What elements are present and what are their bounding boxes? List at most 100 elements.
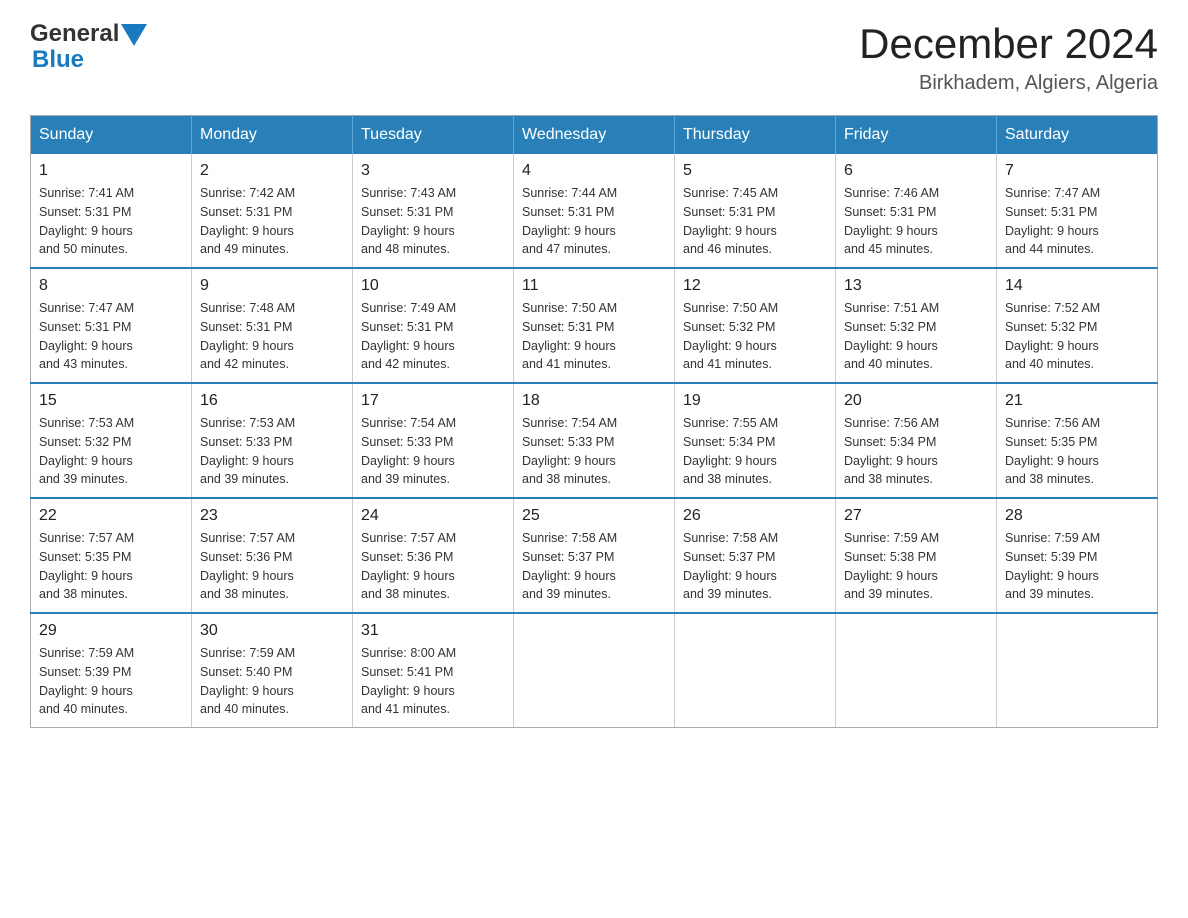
day-number: 25 <box>522 507 666 525</box>
calendar-week-row: 29 Sunrise: 7:59 AMSunset: 5:39 PMDayligh… <box>31 613 1158 728</box>
day-of-week-header: Tuesday <box>353 116 514 155</box>
calendar-day-cell: 14 Sunrise: 7:52 AMSunset: 5:32 PMDayligh… <box>997 268 1158 383</box>
calendar-day-cell: 27Sunrise: 7:59 AMSunset: 5:38 PMDayligh… <box>836 498 997 613</box>
calendar-day-cell: 1 Sunrise: 7:41 AMSunset: 5:31 PMDaylight… <box>31 154 192 268</box>
calendar-day-cell <box>997 613 1158 728</box>
day-number: 13 <box>844 277 988 295</box>
day-of-week-header: Thursday <box>675 116 836 155</box>
day-number: 11 <box>522 277 666 295</box>
day-info: Sunrise: 7:51 AMSunset: 5:32 PMDaylight:… <box>844 299 988 374</box>
day-info: Sunrise: 7:59 AMSunset: 5:39 PMDaylight:… <box>1005 529 1149 604</box>
calendar-week-row: 8 Sunrise: 7:47 AMSunset: 5:31 PMDaylight… <box>31 268 1158 383</box>
day-info: Sunrise: 7:48 AMSunset: 5:31 PMDaylight:… <box>200 299 344 374</box>
calendar-day-cell: 8 Sunrise: 7:47 AMSunset: 5:31 PMDaylight… <box>31 268 192 383</box>
day-of-week-header: Sunday <box>31 116 192 155</box>
calendar-day-cell: 19Sunrise: 7:55 AMSunset: 5:34 PMDayligh… <box>675 383 836 498</box>
day-number: 1 <box>39 162 183 180</box>
calendar-table: SundayMondayTuesdayWednesdayThursdayFrid… <box>30 115 1158 728</box>
day-info: Sunrise: 7:46 AMSunset: 5:31 PMDaylight:… <box>844 184 988 259</box>
day-number: 20 <box>844 392 988 410</box>
day-number: 18 <box>522 392 666 410</box>
day-info: Sunrise: 7:47 AMSunset: 5:31 PMDaylight:… <box>1005 184 1149 259</box>
calendar-day-cell: 2 Sunrise: 7:42 AMSunset: 5:31 PMDaylight… <box>192 154 353 268</box>
logo-general-text: General <box>30 20 119 48</box>
day-info: Sunrise: 7:52 AMSunset: 5:32 PMDaylight:… <box>1005 299 1149 374</box>
calendar-day-cell: 23 Sunrise: 7:57 AMSunset: 5:36 PMDayligh… <box>192 498 353 613</box>
calendar-day-cell: 10 Sunrise: 7:49 AMSunset: 5:31 PMDayligh… <box>353 268 514 383</box>
day-number: 3 <box>361 162 505 180</box>
day-number: 9 <box>200 277 344 295</box>
calendar-week-row: 15 Sunrise: 7:53 AMSunset: 5:32 PMDayligh… <box>31 383 1158 498</box>
calendar-day-cell: 26 Sunrise: 7:58 AMSunset: 5:37 PMDayligh… <box>675 498 836 613</box>
month-title: December 2024 <box>859 20 1158 68</box>
day-number: 8 <box>39 277 183 295</box>
day-number: 22 <box>39 507 183 525</box>
calendar-day-cell: 11 Sunrise: 7:50 AMSunset: 5:31 PMDayligh… <box>514 268 675 383</box>
day-number: 7 <box>1005 162 1149 180</box>
day-of-week-header: Monday <box>192 116 353 155</box>
day-number: 28 <box>1005 507 1149 525</box>
calendar-day-cell: 29 Sunrise: 7:59 AMSunset: 5:39 PMDayligh… <box>31 613 192 728</box>
calendar-day-cell: 4 Sunrise: 7:44 AMSunset: 5:31 PMDaylight… <box>514 154 675 268</box>
day-info: Sunrise: 7:58 AMSunset: 5:37 PMDaylight:… <box>522 529 666 604</box>
day-number: 30 <box>200 622 344 640</box>
day-number: 6 <box>844 162 988 180</box>
calendar-day-cell: 3 Sunrise: 7:43 AMSunset: 5:31 PMDaylight… <box>353 154 514 268</box>
calendar-day-cell: 24Sunrise: 7:57 AMSunset: 5:36 PMDayligh… <box>353 498 514 613</box>
title-section: December 2024 Birkhadem, Algiers, Algeri… <box>859 20 1158 95</box>
day-info: Sunrise: 7:44 AMSunset: 5:31 PMDaylight:… <box>522 184 666 259</box>
calendar-week-row: 1 Sunrise: 7:41 AMSunset: 5:31 PMDaylight… <box>31 154 1158 268</box>
day-number: 26 <box>683 507 827 525</box>
calendar-week-row: 22 Sunrise: 7:57 AMSunset: 5:35 PMDayligh… <box>31 498 1158 613</box>
day-of-week-header: Friday <box>836 116 997 155</box>
day-number: 23 <box>200 507 344 525</box>
calendar-day-cell: 16 Sunrise: 7:53 AMSunset: 5:33 PMDayligh… <box>192 383 353 498</box>
day-number: 31 <box>361 622 505 640</box>
day-info: Sunrise: 7:56 AMSunset: 5:35 PMDaylight:… <box>1005 414 1149 489</box>
day-number: 27 <box>844 507 988 525</box>
day-info: Sunrise: 7:57 AMSunset: 5:36 PMDaylight:… <box>200 529 344 604</box>
day-number: 14 <box>1005 277 1149 295</box>
calendar-day-cell: 25 Sunrise: 7:58 AMSunset: 5:37 PMDayligh… <box>514 498 675 613</box>
day-number: 16 <box>200 392 344 410</box>
logo-blue-text: Blue <box>32 46 84 73</box>
day-info: Sunrise: 7:57 AMSunset: 5:35 PMDaylight:… <box>39 529 183 604</box>
day-info: Sunrise: 7:53 AMSunset: 5:32 PMDaylight:… <box>39 414 183 489</box>
day-info: Sunrise: 7:59 AMSunset: 5:40 PMDaylight:… <box>200 644 344 719</box>
day-info: Sunrise: 7:50 AMSunset: 5:31 PMDaylight:… <box>522 299 666 374</box>
day-number: 21 <box>1005 392 1149 410</box>
location-subtitle: Birkhadem, Algiers, Algeria <box>859 72 1158 95</box>
calendar-header-row: SundayMondayTuesdayWednesdayThursdayFrid… <box>31 116 1158 155</box>
calendar-day-cell: 31 Sunrise: 8:00 AMSunset: 5:41 PMDayligh… <box>353 613 514 728</box>
day-info: Sunrise: 7:47 AMSunset: 5:31 PMDaylight:… <box>39 299 183 374</box>
day-info: Sunrise: 7:54 AMSunset: 5:33 PMDaylight:… <box>361 414 505 489</box>
day-info: Sunrise: 7:49 AMSunset: 5:31 PMDaylight:… <box>361 299 505 374</box>
day-number: 29 <box>39 622 183 640</box>
day-number: 10 <box>361 277 505 295</box>
day-info: Sunrise: 7:54 AMSunset: 5:33 PMDaylight:… <box>522 414 666 489</box>
page-header: General Blue December 2024 Birkhadem, Al… <box>30 20 1158 95</box>
calendar-day-cell: 13 Sunrise: 7:51 AMSunset: 5:32 PMDayligh… <box>836 268 997 383</box>
day-info: Sunrise: 7:42 AMSunset: 5:31 PMDaylight:… <box>200 184 344 259</box>
day-info: Sunrise: 7:59 AMSunset: 5:39 PMDaylight:… <box>39 644 183 719</box>
calendar-day-cell: 18 Sunrise: 7:54 AMSunset: 5:33 PMDayligh… <box>514 383 675 498</box>
day-number: 19 <box>683 392 827 410</box>
day-number: 5 <box>683 162 827 180</box>
calendar-day-cell <box>836 613 997 728</box>
calendar-day-cell <box>514 613 675 728</box>
calendar-day-cell <box>675 613 836 728</box>
day-info: Sunrise: 7:43 AMSunset: 5:31 PMDaylight:… <box>361 184 505 259</box>
calendar-day-cell: 15 Sunrise: 7:53 AMSunset: 5:32 PMDayligh… <box>31 383 192 498</box>
day-info: Sunrise: 7:57 AMSunset: 5:36 PMDaylight:… <box>361 529 505 604</box>
day-number: 4 <box>522 162 666 180</box>
day-info: Sunrise: 7:58 AMSunset: 5:37 PMDaylight:… <box>683 529 827 604</box>
day-info: Sunrise: 7:41 AMSunset: 5:31 PMDaylight:… <box>39 184 183 259</box>
calendar-day-cell: 17Sunrise: 7:54 AMSunset: 5:33 PMDayligh… <box>353 383 514 498</box>
calendar-day-cell: 28 Sunrise: 7:59 AMSunset: 5:39 PMDayligh… <box>997 498 1158 613</box>
calendar-day-cell: 7 Sunrise: 7:47 AMSunset: 5:31 PMDaylight… <box>997 154 1158 268</box>
day-info: Sunrise: 7:45 AMSunset: 5:31 PMDaylight:… <box>683 184 827 259</box>
day-number: 2 <box>200 162 344 180</box>
day-info: Sunrise: 8:00 AMSunset: 5:41 PMDaylight:… <box>361 644 505 719</box>
day-info: Sunrise: 7:53 AMSunset: 5:33 PMDaylight:… <box>200 414 344 489</box>
day-number: 15 <box>39 392 183 410</box>
